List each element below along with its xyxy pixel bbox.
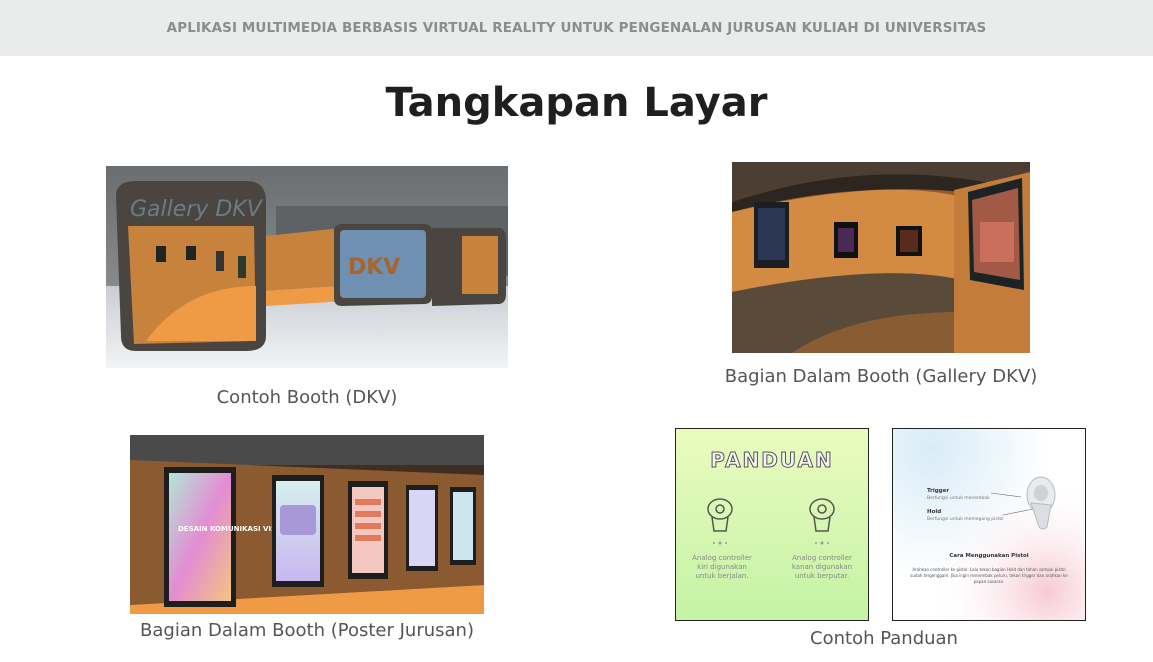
left-arrows-icon: [713, 541, 727, 545]
right-arrows-icon: [815, 541, 829, 545]
screenshot-booth-dkv[interactable]: Gallery DKV DKV: [106, 166, 508, 368]
screenshot-guide-right[interactable]: Trigger Berfungsi untuk menembak Hold Be…: [892, 428, 1086, 621]
analog-left-line3: untuk berjalan.: [695, 572, 748, 580]
guide-body-line2: sudah tergenggam. Jika ingin menembak pe…: [910, 573, 1068, 578]
screenshot-gallery-inside[interactable]: [732, 162, 1030, 353]
gallery-interior-image: [732, 162, 1030, 353]
hold-label: Hold: [927, 509, 941, 515]
trigger-label: Trigger: [927, 488, 949, 494]
booth-exterior-image: Gallery DKV DKV: [106, 166, 508, 368]
analog-right-line3: untuk berputar.: [795, 572, 849, 580]
guide-heading: Cara Menggunakan Pistol: [949, 553, 1028, 559]
left-controller-icon: [707, 498, 733, 532]
top-banner: APLIKASI MULTIMEDIA BERBASIS VIRTUAL REA…: [0, 0, 1153, 56]
analog-left-line2: kiri digunakan: [697, 563, 747, 571]
booth-dkv-text: DKV: [348, 255, 400, 280]
page-title: Tangkapan Layar: [385, 80, 768, 126]
caption-booth-dkv: Contoh Booth (DKV): [216, 387, 398, 408]
booth-sign-text: Gallery DKV: [130, 197, 264, 222]
banner-text: APLIKASI MULTIMEDIA BERBASIS VIRTUAL REA…: [166, 20, 987, 36]
right-controller-icon: [809, 498, 835, 532]
guide-right-image: Trigger Berfungsi untuk menembak Hold Be…: [893, 429, 1085, 620]
hold-desc: Berfungsi untuk memegang pistol: [927, 516, 1004, 522]
analog-right-line2: kanan digunakan: [792, 563, 852, 571]
guide-body-line1: Arahkan controller ke pistol. Lalu tekan…: [912, 567, 1065, 572]
caption-guide: Contoh Panduan: [810, 628, 958, 649]
screenshot-poster-inside[interactable]: DESAIN KOMUNIKASI VISUAL: [130, 435, 484, 614]
guide-title: PANDUAN: [710, 448, 833, 472]
caption-gallery-inside: Bagian Dalam Booth (Gallery DKV): [724, 366, 1038, 387]
caption-poster-inside: Bagian Dalam Booth (Poster Jurusan): [140, 620, 474, 641]
guide-body-line3: papan sasaran.: [974, 579, 1005, 584]
screenshot-guide-left[interactable]: PANDUAN Analog controller kiri digunakan…: [675, 428, 869, 621]
guide-left-image: PANDUAN Analog controller kiri digunakan…: [692, 448, 852, 581]
trigger-desc: Berfungsi untuk menembak: [927, 495, 990, 501]
poster-interior-image: DESAIN KOMUNIKASI VISUAL: [130, 435, 484, 614]
analog-left-line1: Analog controller: [692, 554, 752, 562]
analog-right-line1: Analog controller: [792, 554, 852, 562]
